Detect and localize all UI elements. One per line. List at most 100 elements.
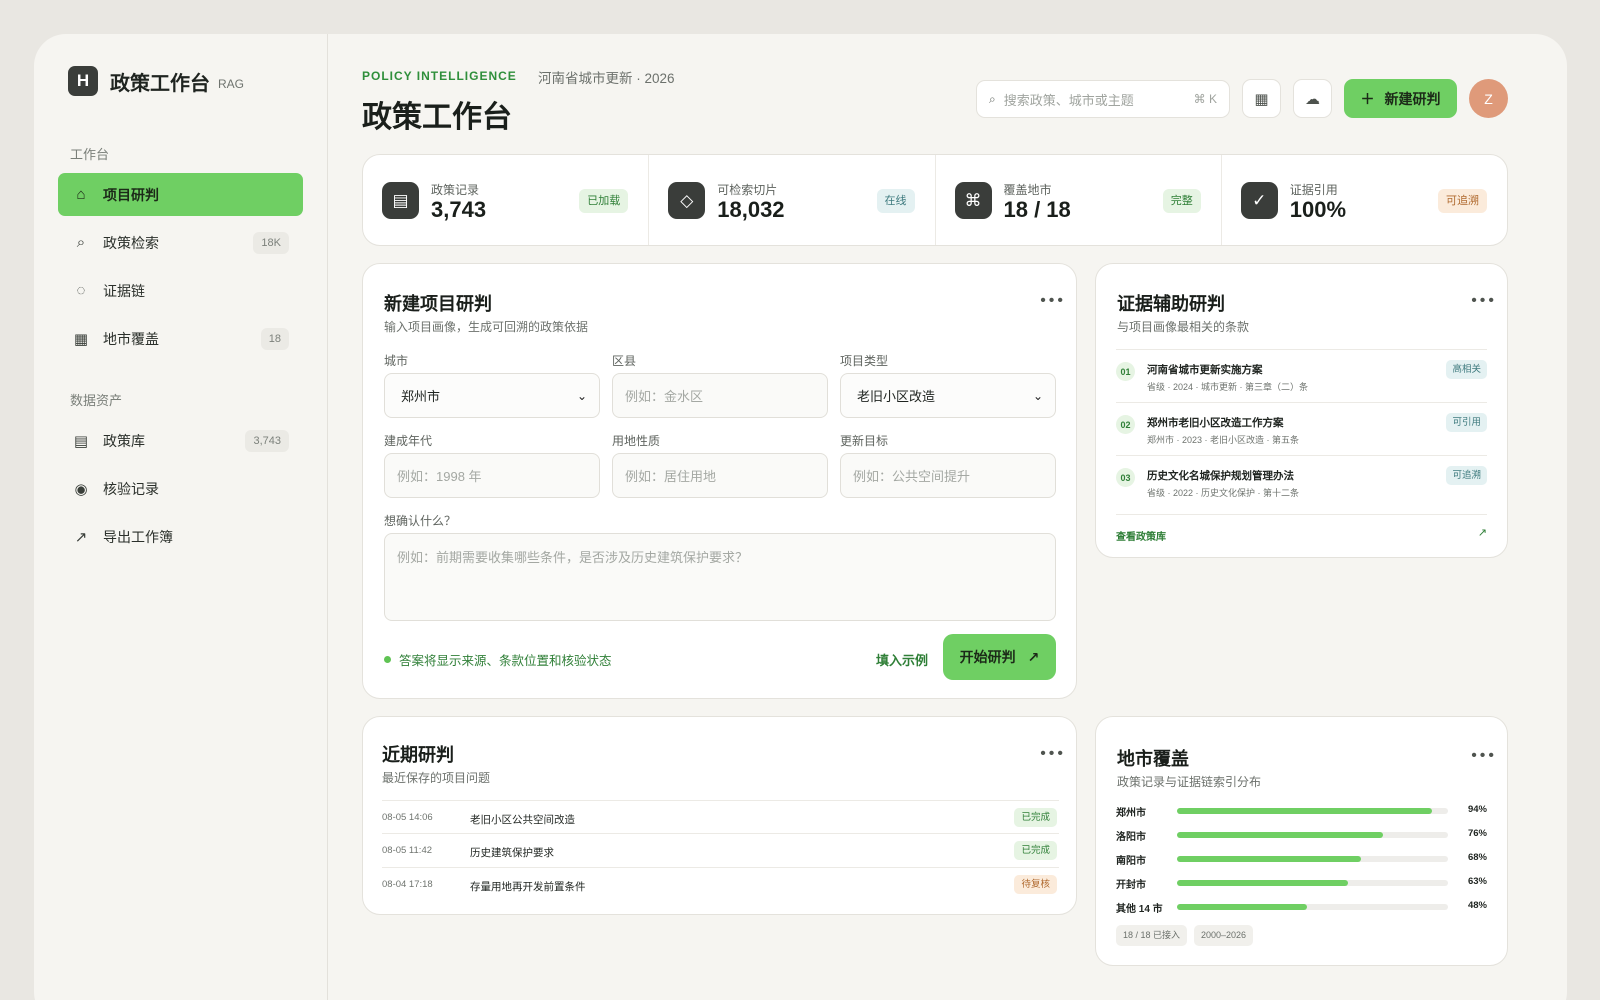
fill-example-link[interactable]: 填入示例 xyxy=(876,650,928,669)
status-badge: 待复核 xyxy=(1014,875,1057,894)
count-badge: 18 xyxy=(260,327,289,350)
evidence-item[interactable]: 02 郑州市老旧小区改造工作方案 郑州市 · 2023 · 老旧小区改造 · 第… xyxy=(1116,402,1487,455)
brand[interactable]: H 政策工作台 RAG xyxy=(68,66,303,96)
city-name: 洛阳市 xyxy=(1116,832,1146,843)
chevron-down-icon: ⌄ xyxy=(1032,388,1043,403)
table-row[interactable]: 08-05 14:06 老旧小区公共空间改造 已完成 xyxy=(382,800,1059,833)
count-badge: 18K xyxy=(253,231,289,254)
arrow-up-right-icon[interactable]: ↗ xyxy=(1478,526,1487,539)
evidence-title: 河南省城市更新实施方案 xyxy=(1147,364,1263,376)
evidence-title: 历史文化名城保护规划管理办法 xyxy=(1147,470,1294,482)
search-input[interactable]: ⌕ 搜索政策、城市或主题 ⌘ K xyxy=(976,80,1230,118)
chevron-down-icon: ⌄ xyxy=(576,388,587,403)
grid-view-button[interactable]: ▦ xyxy=(1242,79,1281,118)
district-input[interactable]: 例如：金水区 xyxy=(612,373,828,418)
nav-section-assets: 数据资产 xyxy=(70,393,123,408)
card-title: 地市覆盖 xyxy=(1117,749,1189,769)
evidence-item[interactable]: 03 历史文化名城保护规划管理办法 省级 · 2022 · 历史文化保护 · 第… xyxy=(1116,455,1487,508)
progress-fill xyxy=(1177,904,1308,910)
table-row[interactable]: 08-04 17:18 存量用地再开发前置条件 待复核 xyxy=(382,867,1059,900)
district-label: 区县 xyxy=(612,354,637,368)
question-label: 想确认什么？ xyxy=(384,514,457,528)
stat-label: 证据引用 xyxy=(1289,183,1338,197)
table-row[interactable]: 08-05 11:42 历史建筑保护要求 已完成 xyxy=(382,833,1059,866)
brand-logo: H xyxy=(68,66,98,96)
city-select[interactable]: 郑州市 ⌄ xyxy=(384,373,600,418)
evidence-item[interactable]: 01 河南省城市更新实施方案 省级 · 2024 · 城市更新 · 第三章（二）… xyxy=(1116,349,1487,402)
sidebar-item-label: 地市覆盖 xyxy=(103,330,159,347)
city-name: 郑州市 xyxy=(1116,808,1146,819)
progress-fill xyxy=(1177,832,1383,838)
card-title: 近期研判 xyxy=(382,745,454,765)
start-review-label: 开始研判 xyxy=(959,649,1016,665)
evidence-card: 证据辅助研判 与项目画像最相关的条款 ••• 01 河南省城市更新实施方案 省级… xyxy=(1095,263,1508,558)
coverage-row: 洛阳市 76% xyxy=(1116,823,1487,847)
sidebar-item-policy-search[interactable]: ⌕ 政策检索 18K xyxy=(58,221,303,264)
search-placeholder: 搜索政策、城市或主题 xyxy=(1003,92,1134,108)
plus-icon: ＋ xyxy=(1360,90,1375,107)
question-textarea[interactable]: 例如：前期需要收集哪些条件，是否涉及历史建筑保护要求？ xyxy=(384,533,1056,621)
sidebar-item-verification-log[interactable]: ◉ 核验记录 xyxy=(58,467,303,510)
header-context: 河南省城市更新 · 2026 xyxy=(538,71,675,86)
recent-card: 近期研判 最近保存的项目问题 ••• 08-05 14:06 老旧小区公共空间改… xyxy=(362,716,1077,915)
stat-searchable-chunks: ◇ 可检索切片 18,032 在线 xyxy=(649,155,936,245)
project-type-label: 项目类型 xyxy=(840,354,889,368)
home-icon: ⌂ xyxy=(76,186,86,203)
sidebar-item-evidence-chain[interactable]: ◌ 证据链 xyxy=(58,269,303,312)
build-year-input[interactable]: 例如：1998 年 xyxy=(384,453,600,498)
build-year-label: 建成年代 xyxy=(384,434,433,448)
sidebar-item-export-workbook[interactable]: ↗ 导出工作簿 xyxy=(58,515,303,558)
land-use-input[interactable]: 例如：居住用地 xyxy=(612,453,828,498)
brand-tag: RAG xyxy=(218,77,245,91)
start-review-button[interactable]: 开始研判 ↗ xyxy=(943,634,1056,680)
stat-label: 政策记录 xyxy=(431,183,480,197)
eyebrow: POLICY INTELLIGENCE xyxy=(362,69,517,83)
dashed-circle-icon: ◌ xyxy=(76,282,86,299)
more-icon[interactable]: ••• xyxy=(1040,292,1066,310)
card-subtitle: 最近保存的项目问题 xyxy=(382,771,491,785)
card-subtitle: 政策记录与证据链索引分布 xyxy=(1117,775,1262,789)
list-icon: ▤ xyxy=(73,432,89,450)
rank-badge: 02 xyxy=(1116,415,1135,434)
row-time: 08-05 11:42 xyxy=(382,845,433,856)
status-badge: 完整 xyxy=(1162,189,1201,213)
coverage-row: 其他 14 市 48% xyxy=(1116,895,1487,919)
goal-input[interactable]: 例如：公共空间提升 xyxy=(840,453,1056,498)
app-window: H 政策工作台 RAG 工作台 ⌂ 项目研判 ⌕ 政策检索 18K ◌ 证据链 … xyxy=(34,34,1567,1000)
evidence-footer: 查看政策库 ↗ xyxy=(1116,514,1487,550)
stat-value: 18 / 18 xyxy=(1003,197,1071,222)
stat-label: 可检索切片 xyxy=(717,183,778,197)
city-name: 开封市 xyxy=(1116,880,1146,891)
relevance-badge: 可引用 xyxy=(1446,413,1487,432)
coverage-percent: 48% xyxy=(1467,900,1487,911)
evidence-meta: 郑州市 · 2023 · 老旧小区改造 · 第五条 xyxy=(1147,435,1300,445)
card-title: 证据辅助研判 xyxy=(1117,294,1225,314)
new-review-button[interactable]: ＋ 新建研判 xyxy=(1344,79,1457,118)
status-dot-icon xyxy=(384,656,391,663)
view-policy-library-link[interactable]: 查看政策库 xyxy=(1116,528,1166,543)
sidebar-item-policy-library[interactable]: ▤ 政策库 3,743 xyxy=(58,419,303,462)
arrow-up-right-icon: ↗ xyxy=(1027,648,1040,665)
sidebar-item-city-coverage[interactable]: ▦ 地市覆盖 18 xyxy=(58,317,303,360)
hint-text: 答案将显示来源、条款位置和核验状态 xyxy=(399,654,612,668)
row-title: 历史建筑保护要求 xyxy=(470,847,554,859)
nav-section-workbench: 工作台 xyxy=(70,147,110,162)
radio-dot-icon: ◉ xyxy=(74,480,88,498)
coverage-percent: 68% xyxy=(1467,852,1487,863)
more-icon[interactable]: ••• xyxy=(1471,292,1497,310)
more-icon[interactable]: ••• xyxy=(1471,747,1497,765)
connected-tag: 18 / 18 已接入 xyxy=(1116,925,1188,946)
cloud-button[interactable]: ☁ xyxy=(1293,79,1332,118)
progress-fill xyxy=(1177,880,1348,886)
progress-track xyxy=(1177,832,1448,838)
avatar[interactable]: Z xyxy=(1469,79,1508,118)
city-name: 其他 14 市 xyxy=(1116,904,1163,915)
more-icon[interactable]: ••• xyxy=(1040,745,1066,763)
city-label: 城市 xyxy=(384,354,409,368)
sidebar-item-project-review[interactable]: ⌂ 项目研判 xyxy=(58,173,303,216)
row-time: 08-04 17:18 xyxy=(382,879,433,890)
rank-badge: 03 xyxy=(1116,468,1135,487)
goal-label: 更新目标 xyxy=(840,434,889,448)
project-type-select[interactable]: 老旧小区改造 ⌄ xyxy=(840,373,1056,418)
status-badge: 已完成 xyxy=(1014,808,1057,827)
